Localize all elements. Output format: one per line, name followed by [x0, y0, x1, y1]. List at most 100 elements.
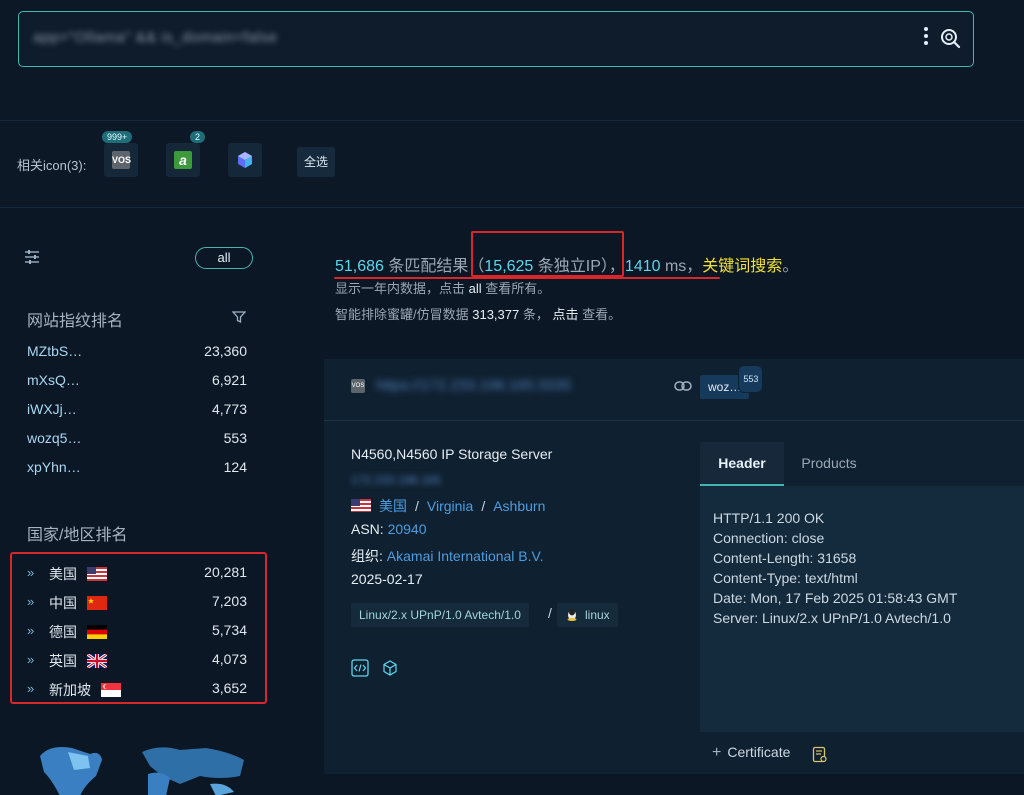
a-icon-filter[interactable]: 2 a — [166, 131, 206, 177]
double-chevron-icon: » — [27, 565, 35, 580]
total-results-label: 条匹配结果（ — [383, 258, 485, 275]
search-query[interactable]: app="Ollama" && is_domain=false — [33, 29, 278, 46]
fingerprint-count: 124 — [223, 459, 247, 475]
country-count: 7,203 — [211, 593, 247, 609]
country-row[interactable]: » 英国 4,073 — [27, 651, 247, 671]
funnel-filter-icon[interactable] — [232, 310, 246, 324]
detail-panel: Header Products HTTP/1.1 200 OK Connecti… — [700, 442, 1024, 774]
cube-outline-icon[interactable] — [381, 659, 399, 677]
cube-icon — [238, 152, 252, 168]
fingerprint-name[interactable]: mXsQ… — [27, 372, 80, 388]
fingerprint-row[interactable]: wozq5… 553 — [27, 430, 247, 450]
fingerprint-name[interactable]: MZtbS… — [27, 343, 82, 359]
fingerprint-ranking-title: 网站指纹排名 — [27, 313, 124, 330]
double-chevron-icon: » — [27, 594, 35, 609]
de-flag-icon — [87, 625, 107, 639]
country-row[interactable]: » 美国 20,281 — [27, 564, 247, 584]
header-line: Content-Type: text/html — [713, 570, 858, 586]
query-time-unit: ms， — [660, 258, 703, 275]
asn-link[interactable]: 20940 — [388, 521, 427, 537]
country-name[interactable]: 英国 — [49, 651, 77, 671]
plus-icon: + — [712, 744, 722, 761]
fingerprint-name[interactable]: xpYhn… — [27, 459, 81, 475]
linux-penguin-icon — [567, 608, 577, 621]
country-count: 3,652 — [211, 680, 247, 696]
fingerprint-tag[interactable]: woz… 553 — [700, 365, 764, 399]
fingerprint-row[interactable]: iWXJj… 4,773 — [27, 401, 247, 421]
sg-flag-icon — [101, 683, 121, 697]
link-icon[interactable] — [674, 380, 692, 392]
fingerprint-row[interactable]: MZtbS… 23,360 — [27, 343, 247, 363]
double-chevron-icon: » — [27, 623, 35, 638]
fingerprint-count: 6,921 — [211, 372, 247, 388]
cube-icon-filter[interactable] — [228, 143, 262, 177]
result-card-header: VOS https://172.233.198.165:3335 woz… 55… — [324, 359, 1024, 421]
country-name[interactable]: 德国 — [49, 622, 77, 642]
code-icon[interactable] — [351, 659, 369, 677]
fingerprint-count: 23,360 — [204, 343, 247, 359]
result-ip-link[interactable]: 172.233.198.165 — [351, 473, 441, 487]
country-name[interactable]: 中国 — [49, 593, 77, 613]
header-line: HTTP/1.1 200 OK — [713, 510, 825, 526]
select-all-button[interactable]: 全选 — [297, 147, 335, 177]
vos-icon: VOS — [112, 151, 131, 169]
fingerprint-tag-badge: 553 — [738, 365, 764, 393]
header-line: Server: Linux/2.x UPnP/1.0 Avtech/1.0 — [713, 610, 951, 626]
vos-icon-filter[interactable]: 999+ VOS — [102, 131, 138, 177]
fingerprint-tag-label: woz… — [708, 380, 742, 394]
tag-separator: / — [548, 605, 552, 621]
tab-header[interactable]: Header — [700, 442, 784, 486]
header-line: Date: Mon, 17 Feb 2025 01:58:43 GMT — [713, 590, 958, 606]
gb-flag-icon — [87, 654, 107, 668]
search-icon[interactable] — [939, 27, 961, 49]
detail-tabs: Header Products — [700, 442, 1024, 486]
server-tag[interactable]: Linux/2.x UPnP/1.0 Avtech/1.0 — [351, 603, 529, 627]
country-ranking-highlight: » 美国 20,281 » 中国 7,203 » 德国 5,734 » 英国 4… — [10, 552, 267, 704]
org-line: 组织: Akamai International B.V. — [351, 548, 544, 564]
world-map-icon[interactable] — [30, 736, 250, 795]
fingerprint-name[interactable]: wozq5… — [27, 430, 81, 446]
country-name[interactable]: 新加坡 — [49, 680, 91, 700]
os-tag-label: linux — [585, 608, 610, 622]
country-row[interactable]: » 中国 7,203 — [27, 593, 247, 613]
double-chevron-icon: » — [27, 652, 35, 667]
more-options-icon[interactable] — [923, 26, 929, 48]
related-icons-row: 相关icon(3): 999+ VOS 2 a 全选 — [0, 121, 1024, 207]
city-link[interactable]: Ashburn — [493, 498, 545, 514]
a-letter-icon: a — [174, 151, 192, 169]
keyword-search-label: 关键词搜索 — [702, 258, 783, 275]
result-title: N4560,N4560 IP Storage Server — [351, 446, 553, 462]
show-all-link[interactable]: all — [469, 281, 482, 296]
result-url-link[interactable]: https://172.233.198.165:3335 — [376, 377, 571, 394]
all-toggle[interactable]: all — [195, 247, 253, 269]
fingerprint-row[interactable]: xpYhn… 124 — [27, 459, 247, 479]
fingerprint-name[interactable]: iWXJj… — [27, 401, 77, 417]
sliders-icon[interactable] — [24, 250, 40, 264]
result-date: 2025-02-17 — [351, 571, 423, 587]
fingerprint-row[interactable]: mXsQ… 6,921 — [27, 372, 247, 392]
us-flag-icon — [87, 567, 107, 581]
country-ranking-title: 国家/地区排名 — [27, 527, 128, 544]
search-box[interactable]: app="Ollama" && is_domain=false — [18, 11, 974, 67]
related-icons-label: 相关icon(3): — [17, 158, 87, 173]
org-link[interactable]: Akamai International B.V. — [387, 548, 544, 564]
region-link[interactable]: Virginia — [427, 498, 473, 514]
country-link[interactable]: 美国 — [379, 498, 407, 514]
fingerprint-count: 553 — [223, 430, 247, 446]
country-count: 5,734 — [211, 622, 247, 638]
certificate-icon[interactable] — [812, 746, 828, 764]
icon-count-badge: 999+ — [102, 131, 133, 143]
us-flag-icon — [351, 499, 371, 512]
honeypot-count: 313,377 — [472, 307, 520, 322]
certificate-toggle[interactable]: + Certificate — [712, 744, 790, 762]
asn-line: ASN: 20940 — [351, 521, 427, 537]
tab-products[interactable]: Products — [800, 442, 858, 486]
country-count: 4,073 — [211, 651, 247, 667]
country-row[interactable]: » 新加坡 3,652 — [27, 680, 247, 700]
cn-flag-icon — [87, 596, 107, 610]
country-name[interactable]: 美国 — [49, 564, 77, 584]
view-honeypot-link[interactable]: 点击 — [552, 307, 578, 322]
country-row[interactable]: » 德国 5,734 — [27, 622, 247, 642]
query-time: 1410 — [624, 258, 661, 275]
double-chevron-icon: » — [27, 681, 35, 696]
